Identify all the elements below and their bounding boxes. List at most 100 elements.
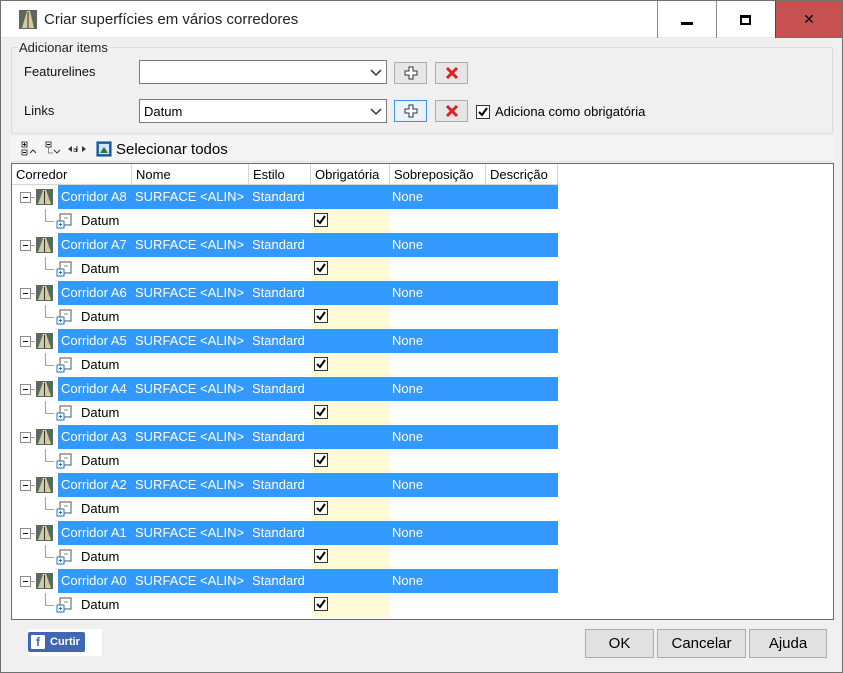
checkbox-box[interactable] (476, 104, 490, 119)
col-estilo[interactable]: Estilo (249, 164, 311, 185)
corridor-row[interactable]: Corridor A6 SURFACE <ALIN> Standard None (12, 281, 558, 305)
collapse-toggle-icon[interactable] (20, 480, 31, 491)
surface-style[interactable]: Standard (252, 333, 305, 348)
auto-fit-columns-icon[interactable]: a (67, 141, 87, 157)
select-all-button[interactable]: Selecionar todos (116, 141, 228, 158)
col-sobreposicao[interactable]: Sobreposição (390, 164, 486, 185)
col-corredor[interactable]: Corredor (12, 164, 132, 185)
tree-line (45, 605, 54, 606)
corridor-row[interactable]: Corridor A8 SURFACE <ALIN> Standard None (12, 185, 558, 209)
link-row[interactable]: Datum (12, 305, 558, 329)
title-bar: Criar superfícies em vários corredores ✕ (1, 1, 842, 38)
surface-style[interactable]: Standard (252, 573, 305, 588)
mandatory-row-checkbox[interactable] (314, 597, 328, 611)
link-row[interactable]: Datum (12, 257, 558, 281)
surface-style[interactable]: Standard (252, 477, 305, 492)
mandatory-row-checkbox[interactable] (314, 261, 328, 275)
cancel-button[interactable]: Cancelar (657, 629, 746, 658)
surface-style[interactable]: Standard (252, 285, 305, 300)
corridor-icon (36, 189, 53, 205)
link-row[interactable]: Datum (12, 593, 558, 617)
link-row[interactable]: Datum (12, 353, 558, 377)
remove-link-button[interactable] (435, 100, 468, 122)
help-button[interactable]: Ajuda (749, 629, 827, 658)
corridor-row[interactable]: Corridor A1 SURFACE <ALIN> Standard None (12, 521, 558, 545)
link-icon (56, 405, 72, 421)
link-row[interactable]: Datum (12, 497, 558, 521)
facebook-like-button[interactable]: f Curtir (28, 632, 85, 652)
minimize-button[interactable] (657, 1, 715, 38)
tree-line (31, 389, 35, 390)
close-button[interactable]: ✕ (775, 1, 842, 38)
surface-name[interactable]: SURFACE <ALIN> (135, 525, 244, 540)
collapse-toggle-icon[interactable] (20, 528, 31, 539)
col-descricao[interactable]: Descrição (486, 164, 558, 185)
surface-name[interactable]: SURFACE <ALIN> (135, 333, 244, 348)
corridor-row[interactable]: Corridor A5 SURFACE <ALIN> Standard None (12, 329, 558, 353)
ok-button[interactable]: OK (585, 629, 654, 658)
surface-overlap[interactable]: None (392, 189, 423, 204)
corridor-row[interactable]: Corridor A2 SURFACE <ALIN> Standard None (12, 473, 558, 497)
mandatory-row-checkbox[interactable] (314, 501, 328, 515)
mandatory-row-checkbox[interactable] (314, 453, 328, 467)
tree-line (45, 557, 54, 558)
collapse-toggle-icon[interactable] (20, 576, 31, 587)
collapse-toggle-icon[interactable] (20, 384, 31, 395)
expand-all-icon[interactable] (21, 141, 37, 157)
collapse-toggle-icon[interactable] (20, 288, 31, 299)
corridor-row[interactable]: Corridor A0 SURFACE <ALIN> Standard None (12, 569, 558, 593)
add-featureline-button[interactable] (394, 62, 427, 84)
surface-overlap[interactable]: None (392, 573, 423, 588)
link-row[interactable]: Datum (12, 545, 558, 569)
collapse-toggle-icon[interactable] (20, 192, 31, 203)
mandatory-row-checkbox[interactable] (314, 213, 328, 227)
surface-style[interactable]: Standard (252, 237, 305, 252)
surface-style[interactable]: Standard (252, 381, 305, 396)
maximize-button[interactable] (716, 1, 774, 38)
collapse-all-icon[interactable] (45, 141, 61, 157)
featurelines-combo[interactable] (139, 60, 387, 84)
dialog-window: Criar superfícies em vários corredores ✕… (0, 0, 843, 673)
corridor-row[interactable]: Corridor A7 SURFACE <ALIN> Standard None (12, 233, 558, 257)
surface-style[interactable]: Standard (252, 429, 305, 444)
surface-overlap[interactable]: None (392, 237, 423, 252)
collapse-toggle-icon[interactable] (20, 432, 31, 443)
surface-name[interactable]: SURFACE <ALIN> (135, 285, 244, 300)
surface-style[interactable]: Standard (252, 525, 305, 540)
surface-overlap[interactable]: None (392, 477, 423, 492)
surface-name[interactable]: SURFACE <ALIN> (135, 381, 244, 396)
link-icon (56, 549, 72, 565)
links-combo[interactable]: Datum (139, 99, 387, 123)
mandatory-row-checkbox[interactable] (314, 309, 328, 323)
link-row[interactable]: Datum (12, 449, 558, 473)
link-row[interactable]: Datum (12, 401, 558, 425)
mandatory-row-checkbox[interactable] (314, 405, 328, 419)
delete-x-icon (445, 104, 458, 118)
surface-overlap[interactable]: None (392, 525, 423, 540)
remove-featureline-button[interactable] (435, 62, 468, 84)
link-name: Datum (81, 597, 120, 612)
surface-name[interactable]: SURFACE <ALIN> (135, 189, 244, 204)
surface-name[interactable]: SURFACE <ALIN> (135, 573, 244, 588)
surface-overlap[interactable]: None (392, 285, 423, 300)
mandatory-row-checkbox[interactable] (314, 357, 328, 371)
collapse-toggle-icon[interactable] (20, 240, 31, 251)
surface-overlap[interactable]: None (392, 429, 423, 444)
mandatory-row-checkbox[interactable] (314, 549, 328, 563)
link-row[interactable]: Datum (12, 209, 558, 233)
surface-overlap[interactable]: None (392, 381, 423, 396)
surface-name[interactable]: SURFACE <ALIN> (135, 477, 244, 492)
surface-overlap[interactable]: None (392, 333, 423, 348)
add-link-button[interactable] (394, 100, 427, 122)
collapse-toggle-icon[interactable] (20, 336, 31, 347)
corridor-row[interactable]: Corridor A3 SURFACE <ALIN> Standard None (12, 425, 558, 449)
col-obrigatoria[interactable]: Obrigatória (311, 164, 390, 185)
surface-name[interactable]: SURFACE <ALIN> (135, 429, 244, 444)
corridor-name: Corridor A7 (61, 237, 127, 252)
select-all-icon[interactable] (96, 141, 112, 157)
surface-name[interactable]: SURFACE <ALIN> (135, 237, 244, 252)
surface-style[interactable]: Standard (252, 189, 305, 204)
col-nome[interactable]: Nome (132, 164, 249, 185)
corridor-row[interactable]: Corridor A4 SURFACE <ALIN> Standard None (12, 377, 558, 401)
mandatory-checkbox[interactable]: Adiciona como obrigatória (476, 104, 645, 119)
